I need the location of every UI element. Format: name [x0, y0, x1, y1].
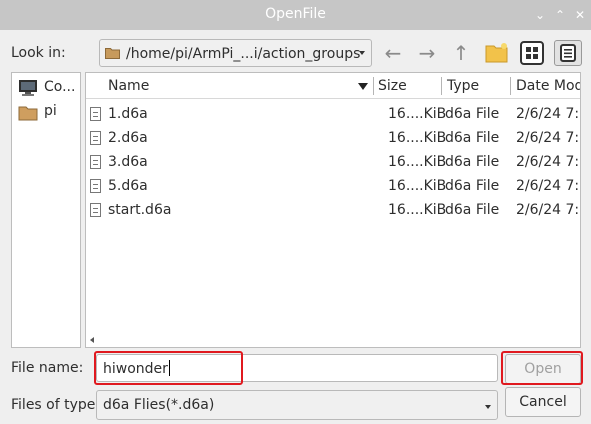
file-size: 16....KiB: [388, 130, 447, 146]
new-folder-icon[interactable]: [485, 42, 509, 64]
file-list-header: Name Size Type Date Modi: [86, 73, 580, 99]
file-icon: [90, 179, 101, 193]
places-sidebar: Co... pi: [11, 72, 81, 348]
folder-icon: [105, 47, 120, 59]
table-row[interactable]: 1.d6a 16....KiB d6a File 2/6/24 7:5: [86, 103, 580, 127]
file-list: Name Size Type Date Modi 1.d6a 16....KiB…: [85, 72, 581, 348]
file-size: 16....KiB: [388, 202, 447, 218]
file-size: 16....KiB: [388, 154, 447, 170]
file-date: 2/6/24 7:5: [516, 154, 581, 170]
file-icon: [90, 131, 101, 145]
file-name: 1.d6a: [108, 106, 148, 122]
file-type: d6a File: [445, 154, 500, 170]
file-date: 2/6/24 7:5: [516, 130, 581, 146]
file-date: 2/6/24 7:5: [516, 202, 581, 218]
scroll-left-icon[interactable]: [90, 337, 94, 343]
file-icon: [90, 155, 101, 169]
column-divider[interactable]: [441, 77, 442, 95]
column-header-name[interactable]: Name: [108, 73, 149, 99]
look-in-label: Look in:: [11, 45, 66, 61]
back-arrow-icon[interactable]: ←: [380, 40, 406, 66]
table-row[interactable]: start.d6a 16....KiB d6a File 2/6/24 7:5: [86, 199, 580, 223]
folder-icon: [18, 105, 38, 125]
table-row[interactable]: 2.d6a 16....KiB d6a File 2/6/24 7:5: [86, 127, 580, 151]
sidebar-item-pi[interactable]: pi: [18, 101, 88, 123]
table-row[interactable]: 3.d6a 16....KiB d6a File 2/6/24 7:5: [86, 151, 580, 175]
text-caret: [168, 360, 170, 376]
file-size: 16....KiB: [388, 106, 447, 122]
open-button[interactable]: Open: [505, 354, 581, 384]
forward-arrow-icon[interactable]: →: [414, 40, 440, 66]
file-icon: [90, 203, 101, 217]
file-type: d6a File: [445, 202, 500, 218]
file-icon: [90, 107, 101, 121]
file-date: 2/6/24 7:5: [516, 106, 581, 122]
file-type-combo[interactable]: d6a Flies(*.d6a): [96, 390, 498, 420]
up-arrow-icon[interactable]: ↑: [448, 40, 474, 66]
maximize-button[interactable]: ⌃: [551, 6, 569, 24]
grid-view-icon[interactable]: [520, 41, 544, 65]
file-type: d6a File: [445, 178, 500, 194]
window-title: OpenFile: [265, 6, 326, 22]
sidebar-item-computer[interactable]: Co...: [18, 77, 88, 99]
sort-down-icon: [358, 83, 368, 90]
column-divider[interactable]: [510, 77, 511, 95]
file-size: 16....KiB: [388, 178, 447, 194]
file-name: start.d6a: [108, 202, 172, 218]
column-header-type[interactable]: Type: [447, 73, 479, 99]
cancel-button[interactable]: Cancel: [505, 387, 581, 417]
file-date: 2/6/24 7:5: [516, 178, 581, 194]
column-header-size[interactable]: Size: [378, 73, 407, 99]
chevron-down-icon: [485, 405, 491, 409]
minimize-button[interactable]: ⌄: [531, 6, 549, 24]
look-in-combo[interactable]: /home/pi/ArmPi_...i/action_groups: [99, 39, 372, 67]
title-bar[interactable]: OpenFile ⌄ ⌃ ✕: [0, 0, 591, 30]
table-row[interactable]: 5.d6a 16....KiB d6a File 2/6/24 7:5: [86, 175, 580, 199]
column-divider[interactable]: [373, 77, 374, 95]
computer-icon: [18, 79, 38, 101]
look-in-path: /home/pi/ArmPi_...i/action_groups: [126, 46, 361, 62]
file-name-label: File name:: [11, 360, 84, 376]
sidebar-item-label: pi: [44, 103, 57, 119]
file-name-input[interactable]: hiwonder: [96, 354, 498, 382]
close-button[interactable]: ✕: [571, 6, 589, 24]
detail-view-icon[interactable]: [554, 40, 582, 66]
file-name-value: hiwonder: [103, 360, 170, 377]
file-type: d6a File: [445, 106, 500, 122]
file-type-value: d6a Flies(*.d6a): [103, 397, 215, 413]
file-type-label: Files of type:: [11, 397, 101, 413]
chevron-down-icon: [359, 51, 365, 55]
sidebar-item-label: Co...: [44, 79, 76, 95]
file-name: 2.d6a: [108, 130, 148, 146]
column-header-date[interactable]: Date Modi: [516, 73, 580, 99]
file-name: 3.d6a: [108, 154, 148, 170]
file-name: 5.d6a: [108, 178, 148, 194]
file-type: d6a File: [445, 130, 500, 146]
